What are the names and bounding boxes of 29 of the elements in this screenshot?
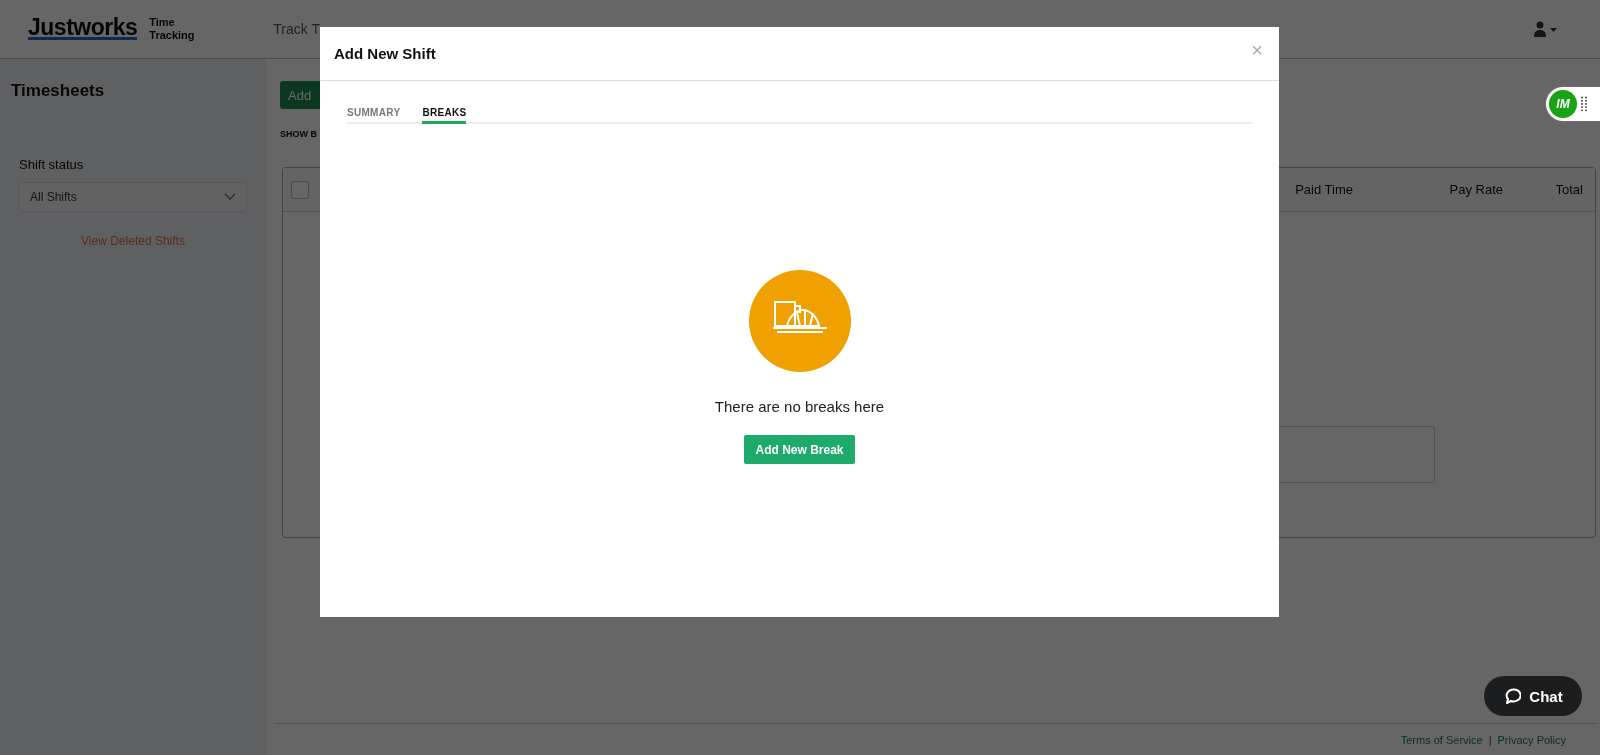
sidebar-title: Timesheets	[11, 81, 106, 101]
widget-tab[interactable]: IM	[1546, 87, 1600, 121]
filter-label: Shift status	[19, 157, 85, 172]
shift-status-select[interactable]: All Shifts	[19, 182, 247, 212]
speech-bubble-icon	[1503, 687, 1522, 705]
tab[interactable]: SUMMARY	[347, 107, 401, 124]
user-menu-icon[interactable]	[1534, 21, 1558, 37]
logo[interactable]: Justworks	[28, 18, 138, 40]
empty-message: There are no breaks here	[714, 398, 885, 415]
footer-link[interactable]: Privacy Policy	[1497, 733, 1566, 746]
widget-logo: IM	[1549, 90, 1577, 118]
product-name: Time Tracking	[149, 16, 196, 42]
separator: |	[1488, 733, 1492, 746]
nav-link[interactable]: Track T	[273, 21, 320, 37]
chevron-down-icon	[224, 193, 236, 201]
toggle-label: SHOW B	[280, 129, 318, 139]
coffee-croissant-icon	[748, 270, 851, 372]
drag-handle-icon[interactable]	[1581, 96, 1587, 112]
deleted-shifts-link[interactable]: View Deleted Shifts	[11, 234, 255, 248]
add-break-button[interactable]: Add New Break	[744, 435, 855, 464]
footer-link[interactable]: Terms of Service	[1400, 733, 1483, 746]
column-header: Paid Time	[1294, 182, 1353, 197]
column-header: Pay Rate	[1448, 182, 1503, 197]
modal-title: Add New Shift	[334, 45, 436, 62]
tab[interactable]: BREAKS	[422, 107, 467, 124]
chat-button[interactable]: Chat	[1484, 676, 1582, 716]
column-header: Total	[1554, 182, 1583, 197]
close-button[interactable]: ×	[1251, 39, 1263, 62]
select-all-checkbox[interactable]	[291, 180, 309, 199]
